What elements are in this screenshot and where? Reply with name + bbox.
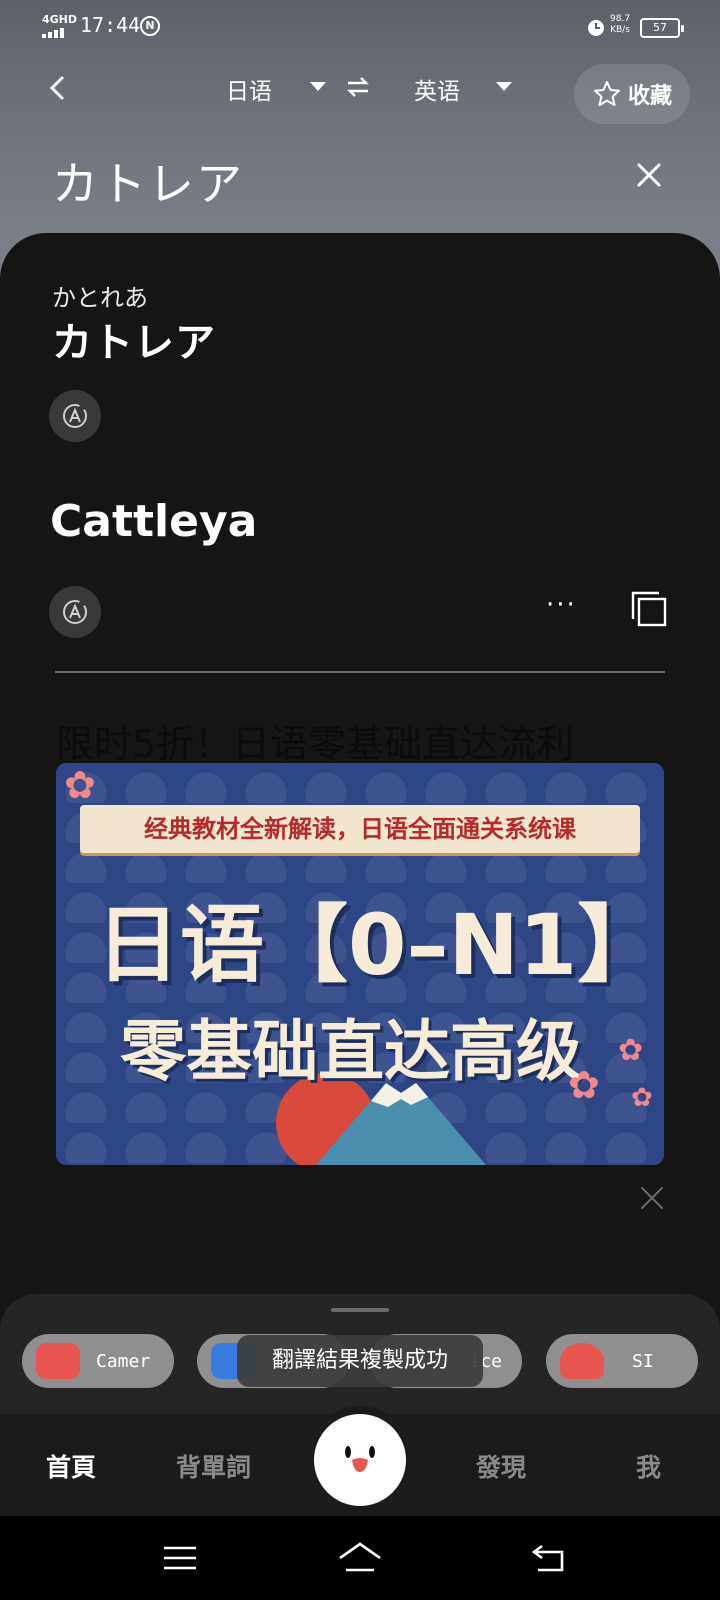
mascot-icon (345, 1446, 375, 1472)
tab-me[interactable]: 我 (636, 1448, 661, 1484)
clock: 17:44 (80, 13, 141, 37)
tab-vocabulary[interactable]: 背單詞 (176, 1448, 251, 1484)
chevron-down-icon[interactable] (496, 82, 512, 91)
pronounce-translation-button[interactable] (49, 586, 101, 638)
battery-icon: 57 (640, 18, 684, 38)
chevron-down-icon[interactable] (310, 82, 326, 91)
alarm-icon (588, 20, 604, 36)
home-icon[interactable] (336, 1540, 384, 1576)
blossom-icon: ✿ (618, 1033, 644, 1068)
translation-text[interactable]: Cattleya (50, 496, 257, 547)
close-ad-icon[interactable] (638, 1184, 666, 1212)
back-icon[interactable] (44, 74, 72, 102)
sheet-handle[interactable] (331, 1308, 389, 1312)
close-icon[interactable] (632, 158, 666, 192)
target-language-select[interactable]: 英语 (414, 72, 460, 106)
pronounce-icon (63, 404, 87, 428)
star-icon (593, 81, 620, 106)
ad-banner[interactable]: 经典教材全新解读，日语全面通关系统课 日语【0–N1】 零基础直达高级 ✿ ✿ … (56, 763, 664, 1165)
copy-icon[interactable] (630, 590, 668, 628)
signal-icon (42, 28, 64, 38)
ad-headline: 日语【0–N1】 (96, 896, 662, 994)
swap-languages-icon[interactable] (345, 74, 371, 100)
net-speed: 98.7 KB/s (610, 14, 631, 35)
si-icon (560, 1343, 604, 1379)
pronounce-source-button[interactable] (49, 390, 101, 442)
pronounce-icon (63, 600, 87, 624)
camera-icon (36, 1343, 80, 1379)
blossom-icon: ✿ (64, 763, 96, 807)
ad-ribbon: 经典教材全新解读，日语全面通关系统课 (80, 805, 640, 853)
tab-discover[interactable]: 發現 (476, 1448, 526, 1484)
ad-title[interactable]: 限时5折！日语零基础直达流利 (56, 713, 574, 768)
kana-reading: かとれあ (52, 284, 148, 312)
back-nav-icon[interactable] (530, 1540, 570, 1576)
tool-label: Camer (96, 1350, 151, 1372)
nfc-icon: N (140, 16, 160, 36)
ad-subline: 零基础直达高级 (120, 1013, 582, 1090)
blossom-icon: ✿ (631, 1083, 653, 1113)
search-query[interactable]: カトレア (52, 148, 244, 214)
more-options-button[interactable]: ··· (546, 592, 577, 618)
copy-success-toast: 翻譯結果複製成功 (237, 1335, 483, 1387)
divider (55, 671, 665, 673)
camera-translate-button[interactable]: Camer (22, 1334, 174, 1388)
favorite-label: 收藏 (627, 84, 672, 109)
favorite-button[interactable]: 收藏 (574, 64, 690, 124)
mascot-button[interactable] (314, 1414, 406, 1506)
source-language-select[interactable]: 日语 (226, 72, 272, 106)
blossom-icon: ✿ (568, 1063, 600, 1107)
tool-label: SI (632, 1350, 654, 1372)
tab-home[interactable]: 首頁 (46, 1448, 96, 1484)
menu-icon[interactable] (160, 1540, 200, 1576)
headword: カトレア (52, 320, 216, 366)
si-button[interactable]: SI (546, 1334, 698, 1388)
network-type: 4GHD (42, 13, 78, 26)
